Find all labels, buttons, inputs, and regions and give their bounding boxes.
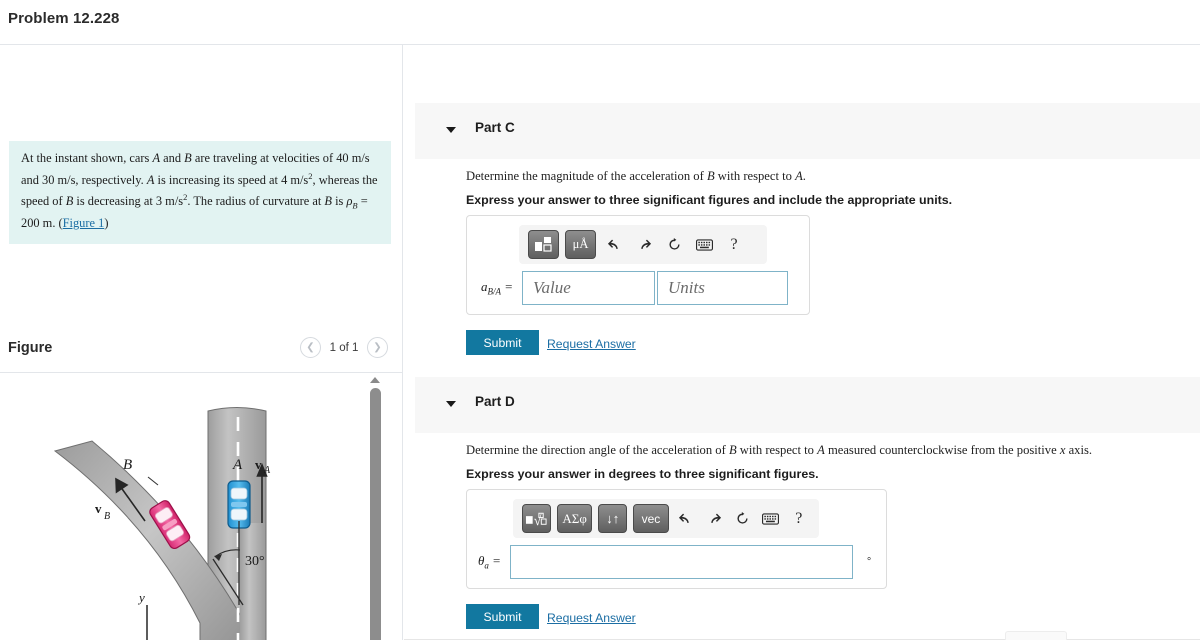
part-c-prompt: Determine the magnitude of the accelerat… bbox=[466, 169, 806, 183]
figure-next-button[interactable]: ❯ bbox=[367, 337, 388, 358]
redo-icon[interactable] bbox=[632, 232, 656, 258]
accel-a-value: 4 m/s2 bbox=[281, 170, 313, 187]
part-d-prompt: Determine the direction angle of the acc… bbox=[466, 443, 1093, 457]
part-d-instruction: Express your answer in degrees to three … bbox=[466, 467, 819, 481]
redo-icon[interactable] bbox=[703, 506, 725, 532]
part-d-submit-button[interactable]: Submit bbox=[466, 604, 539, 629]
figure-diagram: A v A B v B 30° y bbox=[53, 407, 271, 640]
label-car-a: A bbox=[232, 457, 243, 473]
rho-b-value: 200 m bbox=[21, 216, 53, 231]
value-input[interactable] bbox=[522, 271, 656, 305]
figure-scrollbar[interactable] bbox=[368, 377, 383, 640]
scrollbar-thumb[interactable] bbox=[370, 388, 381, 640]
help-icon[interactable]: ? bbox=[722, 232, 746, 258]
car-a-symbol: A bbox=[152, 151, 161, 165]
car-b-symbol: B bbox=[184, 151, 192, 165]
part-c-variable-label: aB/A = bbox=[481, 279, 514, 297]
coordinate-axes bbox=[146, 605, 148, 640]
part-d-toolbar: √ ΑΣφ ↓↑ vec ? bbox=[513, 499, 819, 538]
label-angle: 30° bbox=[245, 554, 265, 569]
bottom-tab-stub[interactable] bbox=[1005, 631, 1067, 640]
template-icon[interactable] bbox=[528, 230, 559, 259]
collapse-caret-icon[interactable] bbox=[446, 127, 456, 133]
part-c-toolbar: μÅ ? bbox=[519, 225, 767, 264]
rho-b-symbol: ρB bbox=[346, 194, 358, 211]
figure-prev-button[interactable]: ❮ bbox=[300, 337, 321, 358]
label-axis-y: y bbox=[137, 590, 145, 605]
figure-1-link[interactable]: Figure 1 bbox=[63, 216, 105, 230]
left-panel: At the instant shown, cars A and B are t… bbox=[0, 45, 403, 640]
undo-icon[interactable] bbox=[602, 232, 626, 258]
scroll-up-arrow-icon[interactable] bbox=[370, 377, 380, 383]
figure-title: Figure bbox=[8, 340, 53, 356]
label-velocity-a: v bbox=[255, 457, 262, 472]
help-icon[interactable]: ? bbox=[788, 506, 810, 532]
label-car-b: B bbox=[123, 457, 132, 473]
units-input[interactable] bbox=[657, 271, 789, 305]
part-c-request-answer-link[interactable]: Request Answer bbox=[547, 337, 636, 351]
problem-page: Problem 12.228 At the instant shown, car… bbox=[0, 0, 1200, 640]
angle-input[interactable] bbox=[509, 545, 853, 579]
undo-icon[interactable] bbox=[675, 506, 697, 532]
part-c-submit-button[interactable]: Submit bbox=[466, 330, 539, 355]
part-c-header[interactable]: Part C bbox=[415, 103, 1200, 159]
reset-icon[interactable] bbox=[731, 506, 753, 532]
page-title: Problem 12.228 bbox=[8, 10, 120, 27]
part-c-field-row: aB/A = bbox=[481, 271, 789, 305]
svg-text:√: √ bbox=[534, 512, 542, 527]
keyboard-icon[interactable] bbox=[692, 232, 716, 258]
figure-header: Figure ❮ 1 of 1 ❯ bbox=[0, 330, 402, 372]
figure-panel: A v A B v B 30° y bbox=[0, 372, 402, 640]
part-d-title: Part D bbox=[475, 394, 515, 409]
figure-navigation: ❮ 1 of 1 ❯ bbox=[300, 337, 388, 358]
car-a bbox=[227, 480, 251, 529]
units-icon[interactable]: μÅ bbox=[565, 230, 596, 259]
problem-statement: At the instant shown, cars A and B are t… bbox=[9, 141, 391, 244]
greek-icon[interactable]: ΑΣφ bbox=[556, 504, 593, 533]
reset-icon[interactable] bbox=[662, 232, 686, 258]
svg-text:A: A bbox=[263, 465, 271, 476]
part-d-answer-box: √ ΑΣφ ↓↑ vec ? θa = ° bbox=[466, 489, 887, 589]
figure-counter: 1 of 1 bbox=[329, 341, 359, 354]
part-d-variable-label: θa = bbox=[478, 553, 501, 571]
label-velocity-b: v bbox=[95, 501, 102, 516]
keyboard-icon[interactable] bbox=[759, 506, 781, 532]
subsuperscript-icon[interactable]: ↓↑ bbox=[598, 504, 628, 533]
velocity-a-value: 40 m/s bbox=[336, 151, 370, 165]
accel-b-value: 3 m/s2 bbox=[155, 192, 188, 209]
vector-icon[interactable]: vec bbox=[633, 504, 669, 533]
velocity-b-value: 30 m/s bbox=[42, 172, 76, 187]
part-c-title: Part C bbox=[475, 120, 515, 135]
part-d-header[interactable]: Part D bbox=[415, 377, 1200, 433]
part-c-instruction: Express your answer to three significant… bbox=[466, 193, 953, 207]
part-c-answer-box: μÅ ? aB/A = bbox=[466, 215, 810, 315]
part-d-field-row: θa = ° bbox=[478, 545, 871, 579]
part-d-request-answer-link[interactable]: Request Answer bbox=[547, 611, 636, 625]
radical-icon[interactable]: √ bbox=[522, 504, 551, 533]
collapse-caret-icon[interactable] bbox=[446, 401, 456, 407]
degree-symbol: ° bbox=[866, 556, 872, 568]
right-panel: Part C Determine the magnitude of the ac… bbox=[404, 45, 1200, 640]
top-header-bar: Problem 12.228 bbox=[0, 0, 1200, 45]
svg-text:B: B bbox=[104, 511, 110, 522]
